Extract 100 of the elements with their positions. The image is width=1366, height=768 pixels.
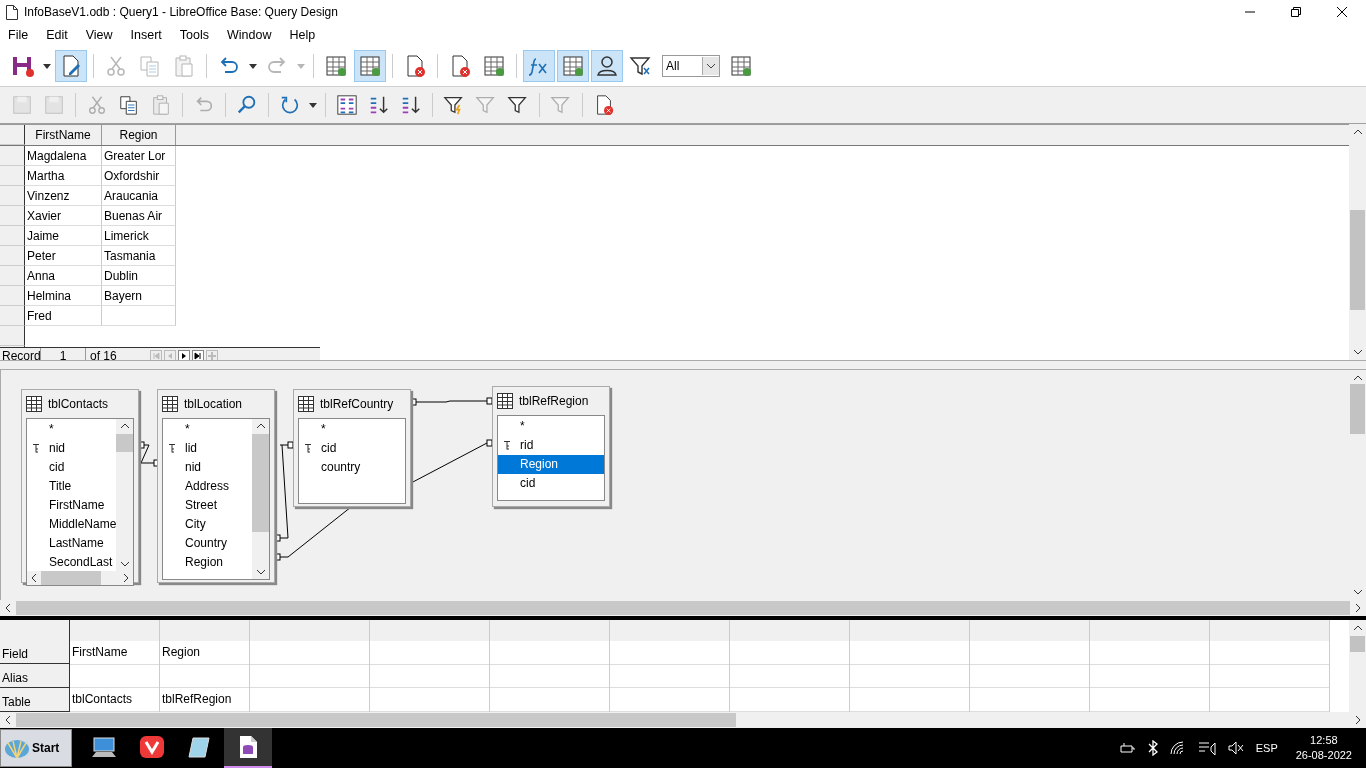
field-item[interactable]: LastName <box>27 534 117 553</box>
relation-line[interactable] <box>138 441 160 467</box>
menu-item[interactable]: Insert <box>130 28 162 42</box>
column-header[interactable]: FirstName <box>25 125 102 145</box>
scrollbar-thumb[interactable] <box>1350 384 1365 434</box>
table-cell: Limerick <box>102 226 176 246</box>
scrollbar-thumb[interactable] <box>16 601 1350 615</box>
scroll-down-icon[interactable] <box>255 568 266 576</box>
field-item[interactable]: lid <box>163 439 252 458</box>
scissors-icon <box>104 54 128 78</box>
table-window[interactable]: tblRefCountry * cid country <box>293 389 411 507</box>
scrollbar-thumb[interactable] <box>1350 210 1365 310</box>
clipboard-icon <box>172 54 196 78</box>
menu-item[interactable]: Edit <box>46 28 68 42</box>
field-item[interactable]: cid <box>27 458 117 477</box>
table-icon <box>561 54 585 78</box>
menu-item[interactable]: File <box>8 28 29 42</box>
field-item[interactable]: Street <box>163 496 252 515</box>
designview-button[interactable] <box>354 50 386 82</box>
scroll-left-icon[interactable] <box>4 603 12 613</box>
field-item[interactable]: * <box>299 420 405 439</box>
field-item[interactable]: Title <box>27 477 117 496</box>
table-cell: Bayern <box>102 286 176 306</box>
bluetooth-icon[interactable] <box>1147 740 1158 756</box>
row-label: Alias <box>0 664 69 688</box>
scroll-right-icon[interactable] <box>1354 715 1362 725</box>
start-button[interactable]: Start <box>0 729 72 767</box>
column-header[interactable]: Region <box>102 125 176 145</box>
battery-icon[interactable] <box>1119 741 1136 755</box>
field-item[interactable]: MiddleName <box>27 515 117 534</box>
scroll-up-icon[interactable] <box>1352 374 1363 382</box>
field-item[interactable]: * <box>27 420 117 439</box>
scroll-down-icon[interactable] <box>1352 588 1363 596</box>
field-item[interactable]: nid <box>27 439 117 458</box>
relation-line[interactable] <box>274 441 294 542</box>
scroll-left-icon[interactable] <box>4 715 12 725</box>
language-indicator[interactable]: ESP <box>1255 742 1278 754</box>
wifi-icon[interactable] <box>1169 741 1186 755</box>
menu-item[interactable]: View <box>85 28 113 42</box>
dropdown-arrow-icon[interactable] <box>43 63 51 69</box>
key-icon <box>169 444 175 453</box>
table-cell: Tasmania <box>102 246 176 266</box>
sort-icon <box>336 94 358 116</box>
field-item[interactable]: Region <box>498 455 604 474</box>
scroll-up-icon[interactable] <box>1352 624 1363 632</box>
field-item[interactable]: nid <box>163 458 252 477</box>
scroll-up-icon[interactable] <box>1352 128 1363 136</box>
base-taskbar-button[interactable] <box>224 728 272 768</box>
field-item[interactable]: * <box>498 417 604 436</box>
field-cell[interactable]: Region <box>160 640 249 665</box>
restore-icon[interactable] <box>1290 6 1302 18</box>
field-item[interactable]: SecondLast <box>27 553 117 571</box>
field-item[interactable]: City <box>163 515 252 534</box>
tablename-button[interactable] <box>557 50 589 82</box>
close-icon[interactable] <box>1336 6 1348 18</box>
field-item[interactable]: cid <box>299 439 405 458</box>
table-cell: Magdalena <box>25 146 102 166</box>
scrollbar-thumb[interactable] <box>116 434 133 452</box>
menu-item[interactable]: Help <box>289 28 316 42</box>
dropdown-arrow-icon[interactable] <box>249 63 257 69</box>
scrollbar-thumb[interactable] <box>16 713 736 727</box>
table-window[interactable]: tblLocation * lid nid Address Street City Country Region <box>157 389 275 583</box>
table-window[interactable]: tblContacts * nid cid Title FirstName MiddleName LastName SecondLast <box>21 389 139 583</box>
scroll-up-icon[interactable] <box>119 422 130 430</box>
field-item[interactable]: Address <box>163 477 252 496</box>
scroll-right-icon[interactable] <box>122 573 130 583</box>
scroll-right-icon[interactable] <box>1354 603 1362 613</box>
limit-dropdown[interactable]: All <box>662 55 720 77</box>
table-window[interactable]: tblRefRegion * rid Region cid <box>492 386 610 507</box>
sort-ascending-icon <box>368 94 390 116</box>
clock-date[interactable]: 26-08-2022 <box>1295 748 1352 763</box>
scroll-left-icon[interactable] <box>30 573 38 583</box>
dropdown-arrow-icon[interactable] <box>309 102 317 108</box>
row-label: Field <box>0 640 69 664</box>
scrollbar-thumb[interactable] <box>1350 636 1365 652</box>
scrollbar-thumb[interactable] <box>252 434 269 532</box>
field-cell[interactable]: FirstName <box>70 640 159 665</box>
table-icon <box>162 396 178 412</box>
clock-time[interactable]: 12:58 <box>1310 733 1338 748</box>
scroll-down-icon[interactable] <box>119 560 130 568</box>
table-cell[interactable]: tblContacts <box>70 688 159 712</box>
speaker-muted-icon[interactable] <box>1227 741 1244 755</box>
scrollbar-thumb[interactable] <box>41 571 101 585</box>
scroll-down-icon[interactable] <box>1352 348 1363 356</box>
field-item[interactable]: Country <box>163 534 252 553</box>
field-item[interactable]: FirstName <box>27 496 117 515</box>
edit-button[interactable] <box>55 50 87 82</box>
field-item[interactable]: cid <box>498 474 604 493</box>
menu-item[interactable]: Tools <box>179 28 210 42</box>
notification-icon[interactable] <box>1197 741 1216 755</box>
field-item[interactable]: Region <box>163 553 252 572</box>
scroll-up-icon[interactable] <box>255 422 266 430</box>
field-item[interactable]: country <box>299 458 405 477</box>
notepad-icon <box>187 735 213 759</box>
field-item[interactable]: * <box>163 420 252 439</box>
menu-item[interactable]: Window <box>227 28 272 42</box>
alias-button[interactable] <box>591 50 623 82</box>
field-item[interactable]: rid <box>498 436 604 455</box>
functions-button[interactable] <box>523 50 555 82</box>
table-cell[interactable]: tblRefRegion <box>160 688 249 712</box>
